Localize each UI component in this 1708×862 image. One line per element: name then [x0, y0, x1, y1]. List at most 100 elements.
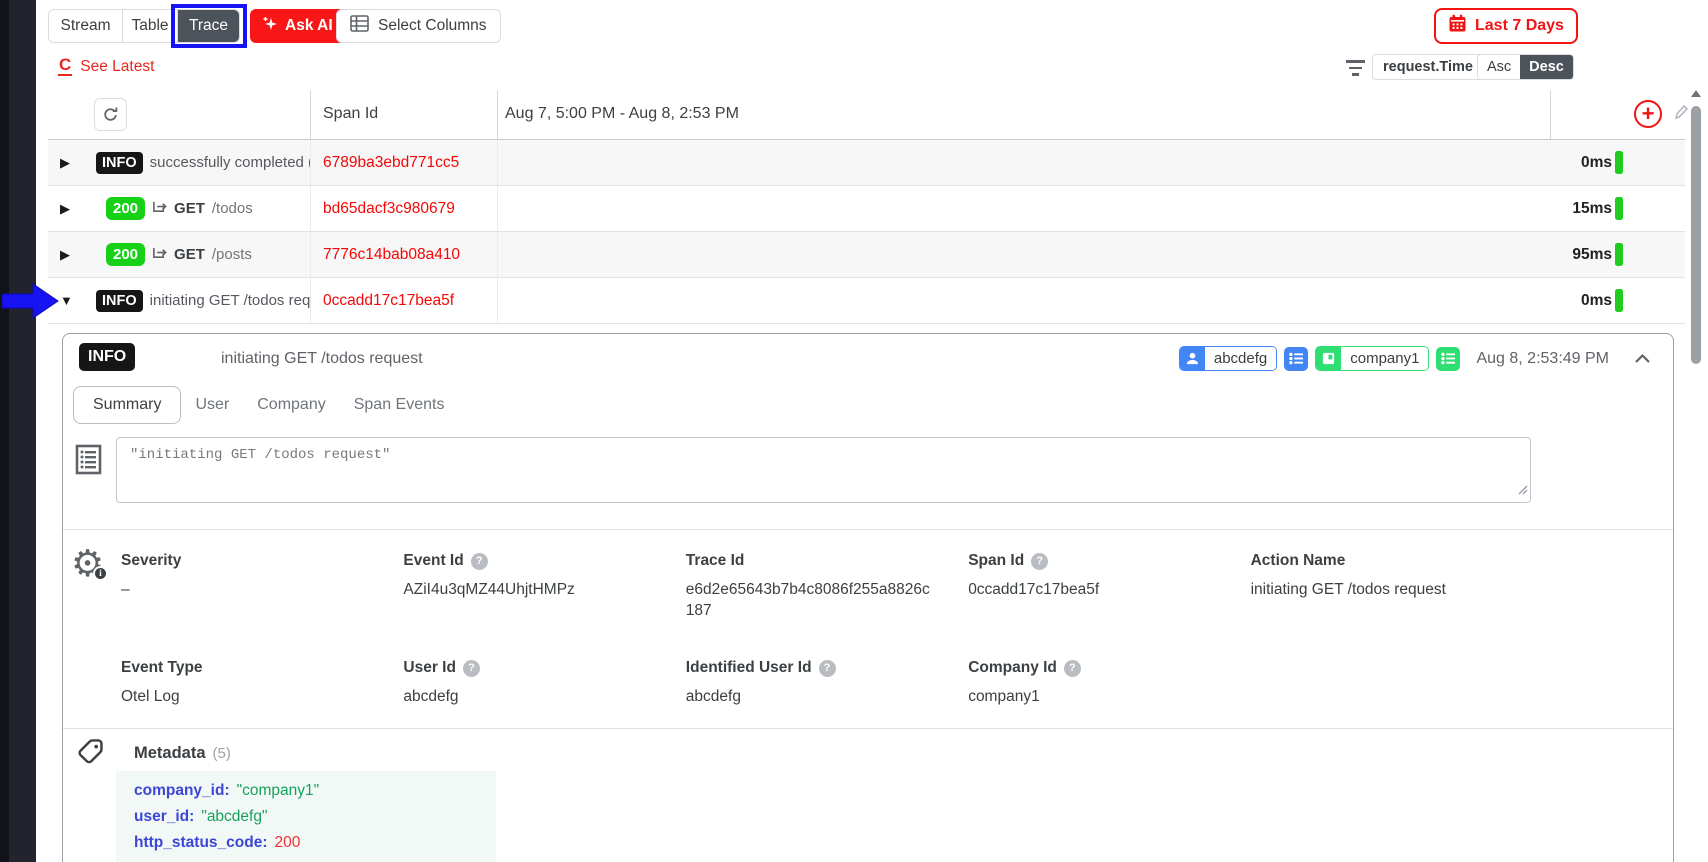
outbound-request-icon [152, 199, 167, 219]
table-row[interactable]: ▶ INFO successfully completed ( 6789ba3e… [48, 140, 1685, 186]
tab-summary[interactable]: Summary [73, 386, 182, 424]
duration-cell: 0ms [1581, 140, 1623, 185]
row-message: successfully completed ( [149, 154, 310, 171]
help-icon[interactable]: ? [1031, 552, 1049, 570]
filter-icon[interactable] [1345, 60, 1365, 76]
annotation-highlight-box [171, 4, 247, 48]
tab-company[interactable]: Company [243, 386, 339, 424]
collapse-chevron-icon[interactable] [1634, 353, 1651, 364]
vertical-scrollbar[interactable] [1690, 88, 1702, 862]
add-column-button[interactable]: + [1634, 100, 1662, 128]
message-textarea[interactable]: "initiating GET /todos request" [116, 437, 1531, 503]
collapse-arrow-icon[interactable]: ▼ [60, 278, 73, 323]
field-action-name: Action Name initiating GET /todos reques… [1250, 552, 1446, 598]
see-latest-label: See Latest [80, 58, 155, 75]
field-company-id: Company Id? company1 [968, 659, 1250, 707]
span-id-link[interactable]: 7776c14bab08a410 [323, 232, 460, 277]
resize-handle[interactable] [1517, 482, 1528, 500]
metadata-block: company_id "company1" user_id "abcdefg" … [116, 771, 496, 862]
company-details-list-button[interactable] [1436, 346, 1461, 371]
sort-direction-switch: Asc Desc [1477, 54, 1574, 80]
ask-ai-button[interactable]: Ask AI [250, 9, 345, 43]
company-icon [1316, 347, 1342, 370]
field-user-id: User Id? abcdefg [403, 659, 685, 707]
refresh-button[interactable] [94, 98, 127, 131]
duration-bar [1615, 197, 1623, 220]
severity-badge: INFO [96, 151, 143, 174]
metadata-tag-icon [75, 736, 107, 773]
user-chip-label: abcdefg [1204, 347, 1277, 370]
metadata-entry: user_id "abcdefg" [134, 804, 496, 830]
metadata-entry: company_id "company1" [134, 778, 496, 804]
sort-field-button[interactable]: request.Time [1372, 54, 1484, 80]
status-code-badge: 200 [106, 243, 146, 266]
sort-desc-button[interactable]: Desc [1520, 55, 1573, 79]
select-columns-label: Select Columns [378, 17, 487, 34]
span-id-link[interactable]: 0ccadd17c17bea5f [323, 278, 454, 323]
help-icon[interactable]: ? [818, 659, 836, 677]
field-trace-id: Trace Id e6d2e65643b7b4c8086f255a8826c18… [685, 552, 930, 619]
scroll-up-icon[interactable] [1691, 90, 1701, 97]
see-latest-button[interactable]: C See Latest [58, 56, 154, 76]
user-chip[interactable]: abcdefg [1178, 346, 1278, 371]
metadata-count: (5) [212, 745, 231, 762]
sparkle-icon [262, 16, 278, 37]
table-row[interactable]: ▶ 200 GET /posts 7776c14bab08a410 95ms [48, 232, 1685, 278]
tab-table[interactable]: Table [122, 10, 177, 42]
event-detail-panel: INFO initiating GET /todos request abcde… [62, 333, 1674, 862]
table-row-expanded[interactable]: ▼ INFO initiating GET /todos requ 0ccadd… [48, 278, 1685, 324]
expand-arrow-icon[interactable]: ▶ [60, 232, 70, 277]
table-header: Span Id Aug 7, 5:00 PM - Aug 8, 2:53 PM … [48, 90, 1689, 140]
duration-value: 0ms [1580, 153, 1612, 171]
table-row[interactable]: ▶ 200 GET /todos bd65dacf3c980679 15ms [48, 186, 1685, 232]
status-code-badge: 200 [106, 197, 146, 220]
message-list-icon [75, 444, 102, 480]
scrollbar-thumb[interactable] [1691, 106, 1701, 364]
calendar-icon [1448, 14, 1467, 38]
ask-ai-label: Ask AI [285, 17, 333, 34]
event-title: initiating GET /todos request [221, 350, 423, 367]
metadata-entry: http_status_code 200 [134, 830, 496, 856]
event-properties-icon: ⚙ i [71, 544, 115, 588]
outbound-request-icon [152, 245, 167, 265]
message-text: "initiating GET /todos request" [130, 447, 391, 463]
http-path: /posts [211, 246, 252, 263]
duration-value: 0ms [1580, 291, 1612, 309]
metadata-title: Metadata [134, 744, 206, 762]
span-id-column-header: Span Id [323, 105, 379, 122]
duration-bar [1615, 243, 1623, 266]
app-root: Stream Table Trace Ask AI Select Columns… [0, 0, 1708, 862]
divider [63, 529, 1673, 530]
expand-arrow-icon[interactable]: ▶ [60, 140, 70, 185]
sort-asc-button[interactable]: Asc [1478, 55, 1520, 79]
help-icon[interactable]: ? [470, 552, 488, 570]
user-details-list-button[interactable] [1284, 346, 1309, 371]
http-path: /todos [211, 200, 253, 217]
time-range-column-header: Aug 7, 5:00 PM - Aug 8, 2:53 PM [505, 105, 739, 122]
company-chip[interactable]: company1 [1315, 346, 1430, 371]
duration-value: 95ms [1572, 245, 1612, 263]
span-id-link[interactable]: bd65dacf3c980679 [323, 186, 455, 231]
span-id-link[interactable]: 6789ba3ebd771cc5 [323, 140, 459, 185]
help-icon[interactable]: ? [1063, 659, 1081, 677]
field-event-id: Event Id? AZiI4u3qMZ44UhjtHMPz [403, 552, 575, 598]
select-columns-button[interactable]: Select Columns [336, 9, 501, 43]
http-method: GET [174, 200, 205, 217]
event-fields: Severity – Event Id? AZiI4u3qMZ44UhjtHMP… [121, 552, 1533, 707]
severity-badge: INFO [96, 289, 143, 312]
duration-cell: 95ms [1572, 232, 1623, 277]
expand-arrow-icon[interactable]: ▶ [60, 186, 70, 231]
help-icon[interactable]: ? [462, 659, 480, 677]
date-range-label: Last 7 Days [1475, 17, 1564, 34]
severity-badge: INFO [79, 343, 136, 371]
refresh-c-icon: C [58, 55, 73, 76]
tab-span-events[interactable]: Span Events [340, 386, 459, 424]
duration-cell: 15ms [1572, 186, 1623, 231]
edit-pencil-icon[interactable] [1674, 104, 1689, 125]
duration-value: 15ms [1572, 199, 1612, 217]
tab-stream[interactable]: Stream [49, 10, 122, 42]
date-range-button[interactable]: Last 7 Days [1434, 8, 1578, 44]
detail-tabs: Summary User Company Span Events [73, 386, 458, 424]
left-sidebar [0, 0, 36, 862]
tab-user[interactable]: User [181, 386, 243, 424]
